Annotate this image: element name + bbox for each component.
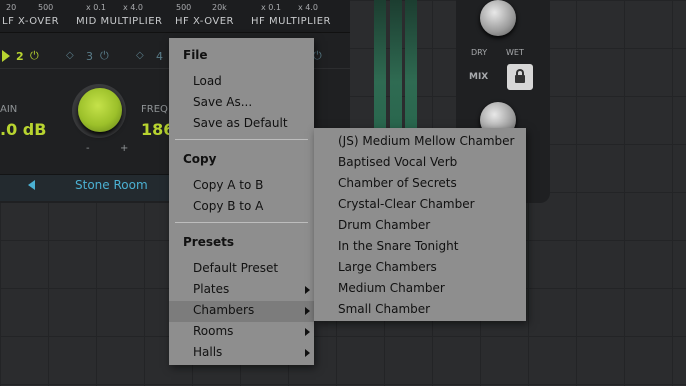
menu-header-copy: Copy [183, 152, 217, 166]
lock-icon-body [515, 75, 525, 83]
band-3-label[interactable]: 3 [86, 50, 93, 63]
preset-name[interactable]: Stone Room [75, 178, 148, 192]
menu-item-save-default[interactable]: Save as Default [193, 116, 288, 130]
hf-max: 20k [212, 3, 227, 12]
submenu-arrow-icon [305, 349, 310, 357]
menu-item-halls[interactable]: Halls [193, 345, 222, 359]
hf-multiplier-label[interactable]: HF MULTIPLIER [251, 16, 331, 27]
submenu-item[interactable]: Crystal-Clear Chamber [338, 197, 475, 211]
submenu-item[interactable]: Drum Chamber [338, 218, 430, 232]
band-4-label[interactable]: 4 [156, 50, 163, 63]
menu-header-presets: Presets [183, 235, 235, 249]
band-4-diamond-icon[interactable]: ◇ [136, 50, 144, 61]
gain-label: AIN [0, 104, 18, 115]
chambers-submenu: (JS) Medium Mellow Chamber Baptised Voca… [314, 128, 526, 321]
gain-knob[interactable] [78, 88, 122, 132]
menu-item-copy-a-b[interactable]: Copy A to B [193, 178, 263, 192]
hfm-min: x 0.1 [261, 3, 281, 12]
dry-label: DRY [471, 48, 488, 57]
band-2-label[interactable]: 2 [16, 50, 24, 63]
freq-label: FREQ [141, 104, 168, 115]
power-icon-band3[interactable]: ⏻ [100, 49, 109, 63]
wet-label: WET [506, 48, 524, 57]
lf-xover-label[interactable]: LF X-OVER [2, 16, 59, 27]
submenu-arrow-icon [305, 286, 310, 294]
submenu-item[interactable]: Small Chamber [338, 302, 430, 316]
mid-multiplier-label[interactable]: MID MULTIPLIER [76, 16, 162, 27]
submenu-arrow-icon [305, 328, 310, 336]
submenu-item[interactable]: Medium Chamber [338, 281, 445, 295]
menu-item-rooms[interactable]: Rooms [193, 324, 233, 338]
menu-item-load[interactable]: Load [193, 74, 222, 88]
hf-min: 500 [176, 3, 192, 12]
knob-max-label: + [120, 143, 129, 154]
hf-xover-label[interactable]: HF X-OVER [175, 16, 234, 27]
context-menu: File Load Save As... Save as Default Cop… [169, 38, 314, 365]
submenu-item[interactable]: Chamber of Secrets [338, 176, 457, 190]
band-play-icon[interactable] [2, 50, 10, 62]
mid-min: x 0.1 [86, 3, 106, 12]
menu-item-save-as[interactable]: Save As... [193, 95, 252, 109]
menu-item-chambers[interactable]: Chambers [193, 303, 254, 317]
hfm-max: x 4.0 [298, 3, 318, 12]
mix-lock-button[interactable] [507, 64, 533, 90]
menu-header-file: File [183, 48, 208, 62]
menu-separator [175, 222, 308, 223]
mix-label: MIX [469, 72, 489, 82]
mid-max: x 4.0 [123, 3, 143, 12]
power-icon-band5[interactable]: ⏻ [313, 49, 322, 63]
menu-item-copy-b-a[interactable]: Copy B to A [193, 199, 263, 213]
band-3-diamond-icon[interactable]: ◇ [66, 50, 74, 61]
preset-prev-icon[interactable] [28, 180, 35, 190]
submenu-arrow-icon [305, 307, 310, 315]
mix-knob[interactable] [480, 0, 516, 36]
gain-value[interactable]: .0 dB [0, 120, 46, 139]
submenu-item[interactable]: Baptised Vocal Verb [338, 155, 457, 169]
knob-min-label: - [86, 143, 90, 154]
lf-max: 500 [38, 3, 54, 12]
crossover-bar: 20 500 LF X-OVER x 0.1 x 4.0 MID MULTIPL… [0, 0, 350, 33]
submenu-item[interactable]: (JS) Medium Mellow Chamber [338, 134, 514, 148]
submenu-item[interactable]: In the Snare Tonight [338, 239, 458, 253]
submenu-item[interactable]: Large Chambers [338, 260, 437, 274]
power-icon-band2[interactable]: ⏻ [30, 49, 39, 63]
lf-min: 20 [6, 3, 17, 12]
menu-item-default-preset[interactable]: Default Preset [193, 261, 278, 275]
menu-separator [175, 139, 308, 140]
menu-item-plates[interactable]: Plates [193, 282, 229, 296]
